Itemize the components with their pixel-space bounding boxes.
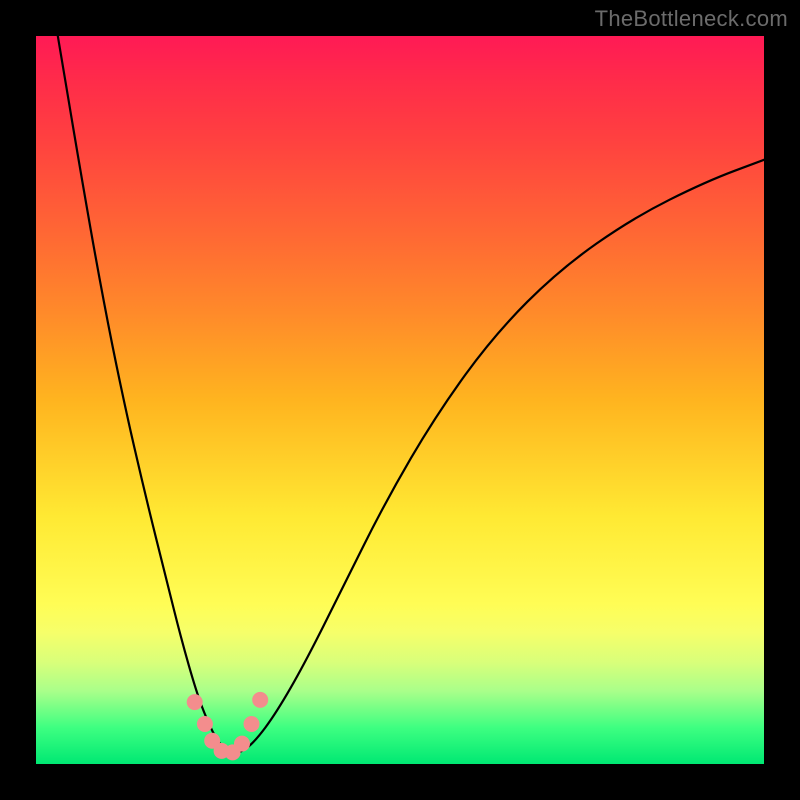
curve-markers [187,692,269,761]
curve-marker [244,716,260,732]
chart-svg [36,36,764,764]
curve-marker [252,692,268,708]
plot-area [36,36,764,764]
chart-frame: TheBottleneck.com [0,0,800,800]
curve-marker [234,736,250,752]
curve-marker [187,694,203,710]
bottleneck-curve [58,36,764,753]
curve-marker [197,716,213,732]
watermark-text: TheBottleneck.com [595,6,788,32]
